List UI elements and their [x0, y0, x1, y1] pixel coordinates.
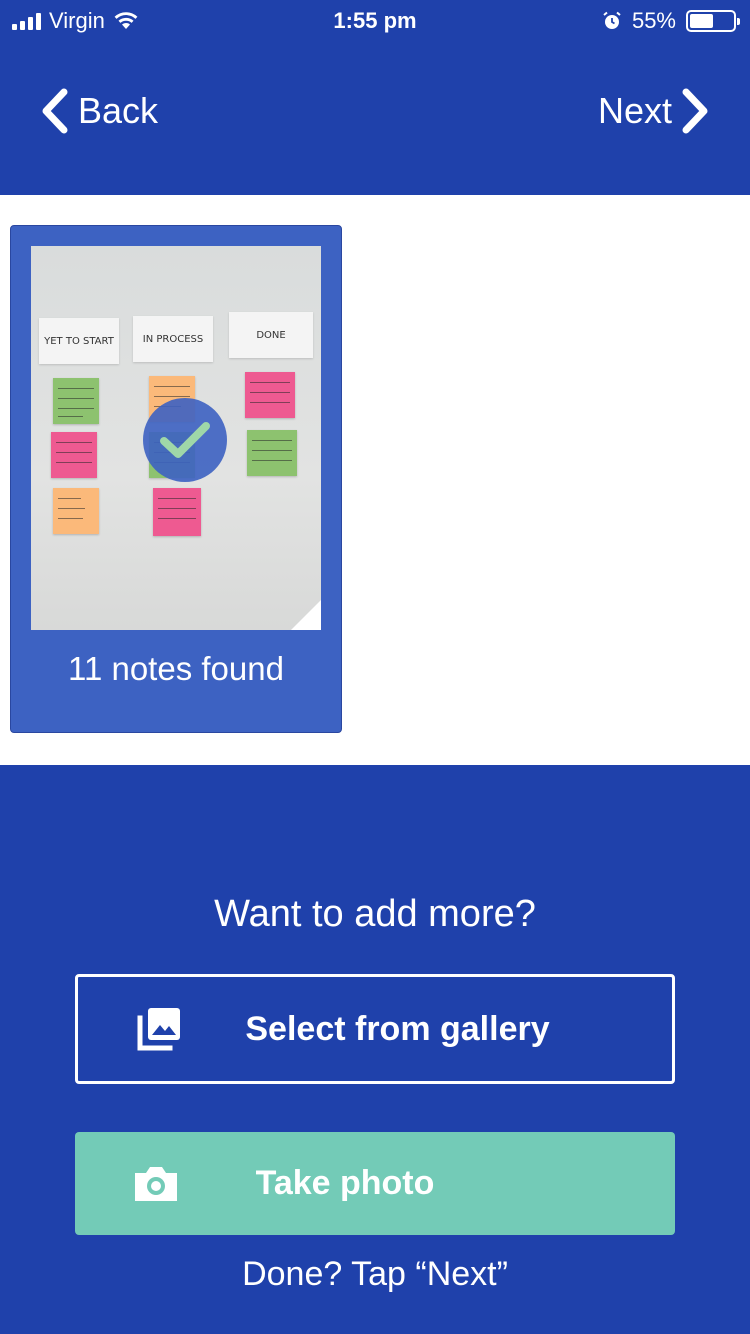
notes-found-caption: 11 notes found — [68, 650, 284, 687]
sticky-note — [53, 488, 99, 534]
chevron-left-icon — [42, 88, 68, 134]
battery-percent: 55% — [631, 8, 676, 33]
battery-level — [690, 14, 714, 28]
status-bar-right: 55% — [602, 8, 740, 34]
capture-card[interactable]: YET TO START IN PROCESS DONE 11 notes fo… — [10, 225, 342, 733]
check-icon — [160, 422, 210, 458]
select-from-gallery-button[interactable]: Select from gallery — [75, 974, 675, 1084]
add-more-panel: Want to add more? Select from gallery Ta… — [0, 765, 750, 1334]
take-photo-label: Take photo — [255, 1164, 435, 1202]
nav-bar: Back Next — [0, 40, 750, 195]
board-photo: YET TO START IN PROCESS DONE — [31, 246, 321, 630]
sticky-note — [247, 430, 297, 476]
captures-area: YET TO START IN PROCESS DONE 11 notes fo… — [0, 195, 750, 765]
page-curl — [291, 600, 321, 630]
add-more-prompt: Want to add more? — [214, 893, 536, 935]
selected-badge — [143, 398, 227, 482]
board-label: YET TO START — [39, 318, 119, 364]
sticky-note — [153, 488, 201, 536]
next-button[interactable]: Next — [598, 86, 712, 136]
back-button[interactable]: Back — [38, 86, 158, 136]
sticky-note — [51, 432, 97, 478]
back-label: Back — [78, 90, 159, 131]
battery-icon — [686, 10, 740, 32]
done-hint: Done? Tap “Next” — [242, 1255, 508, 1293]
sticky-note — [245, 372, 295, 418]
next-label: Next — [597, 90, 672, 131]
take-photo-button[interactable]: Take photo — [75, 1132, 675, 1235]
board-label: DONE — [229, 312, 313, 358]
chevron-right-icon — [682, 88, 708, 134]
board-label: IN PROCESS — [133, 316, 213, 362]
status-bar: Virgin 1:55 pm 55% — [0, 0, 750, 40]
alarm-icon — [603, 11, 621, 29]
select-from-gallery-label: Select from gallery — [245, 1009, 550, 1048]
sticky-note — [53, 378, 99, 424]
